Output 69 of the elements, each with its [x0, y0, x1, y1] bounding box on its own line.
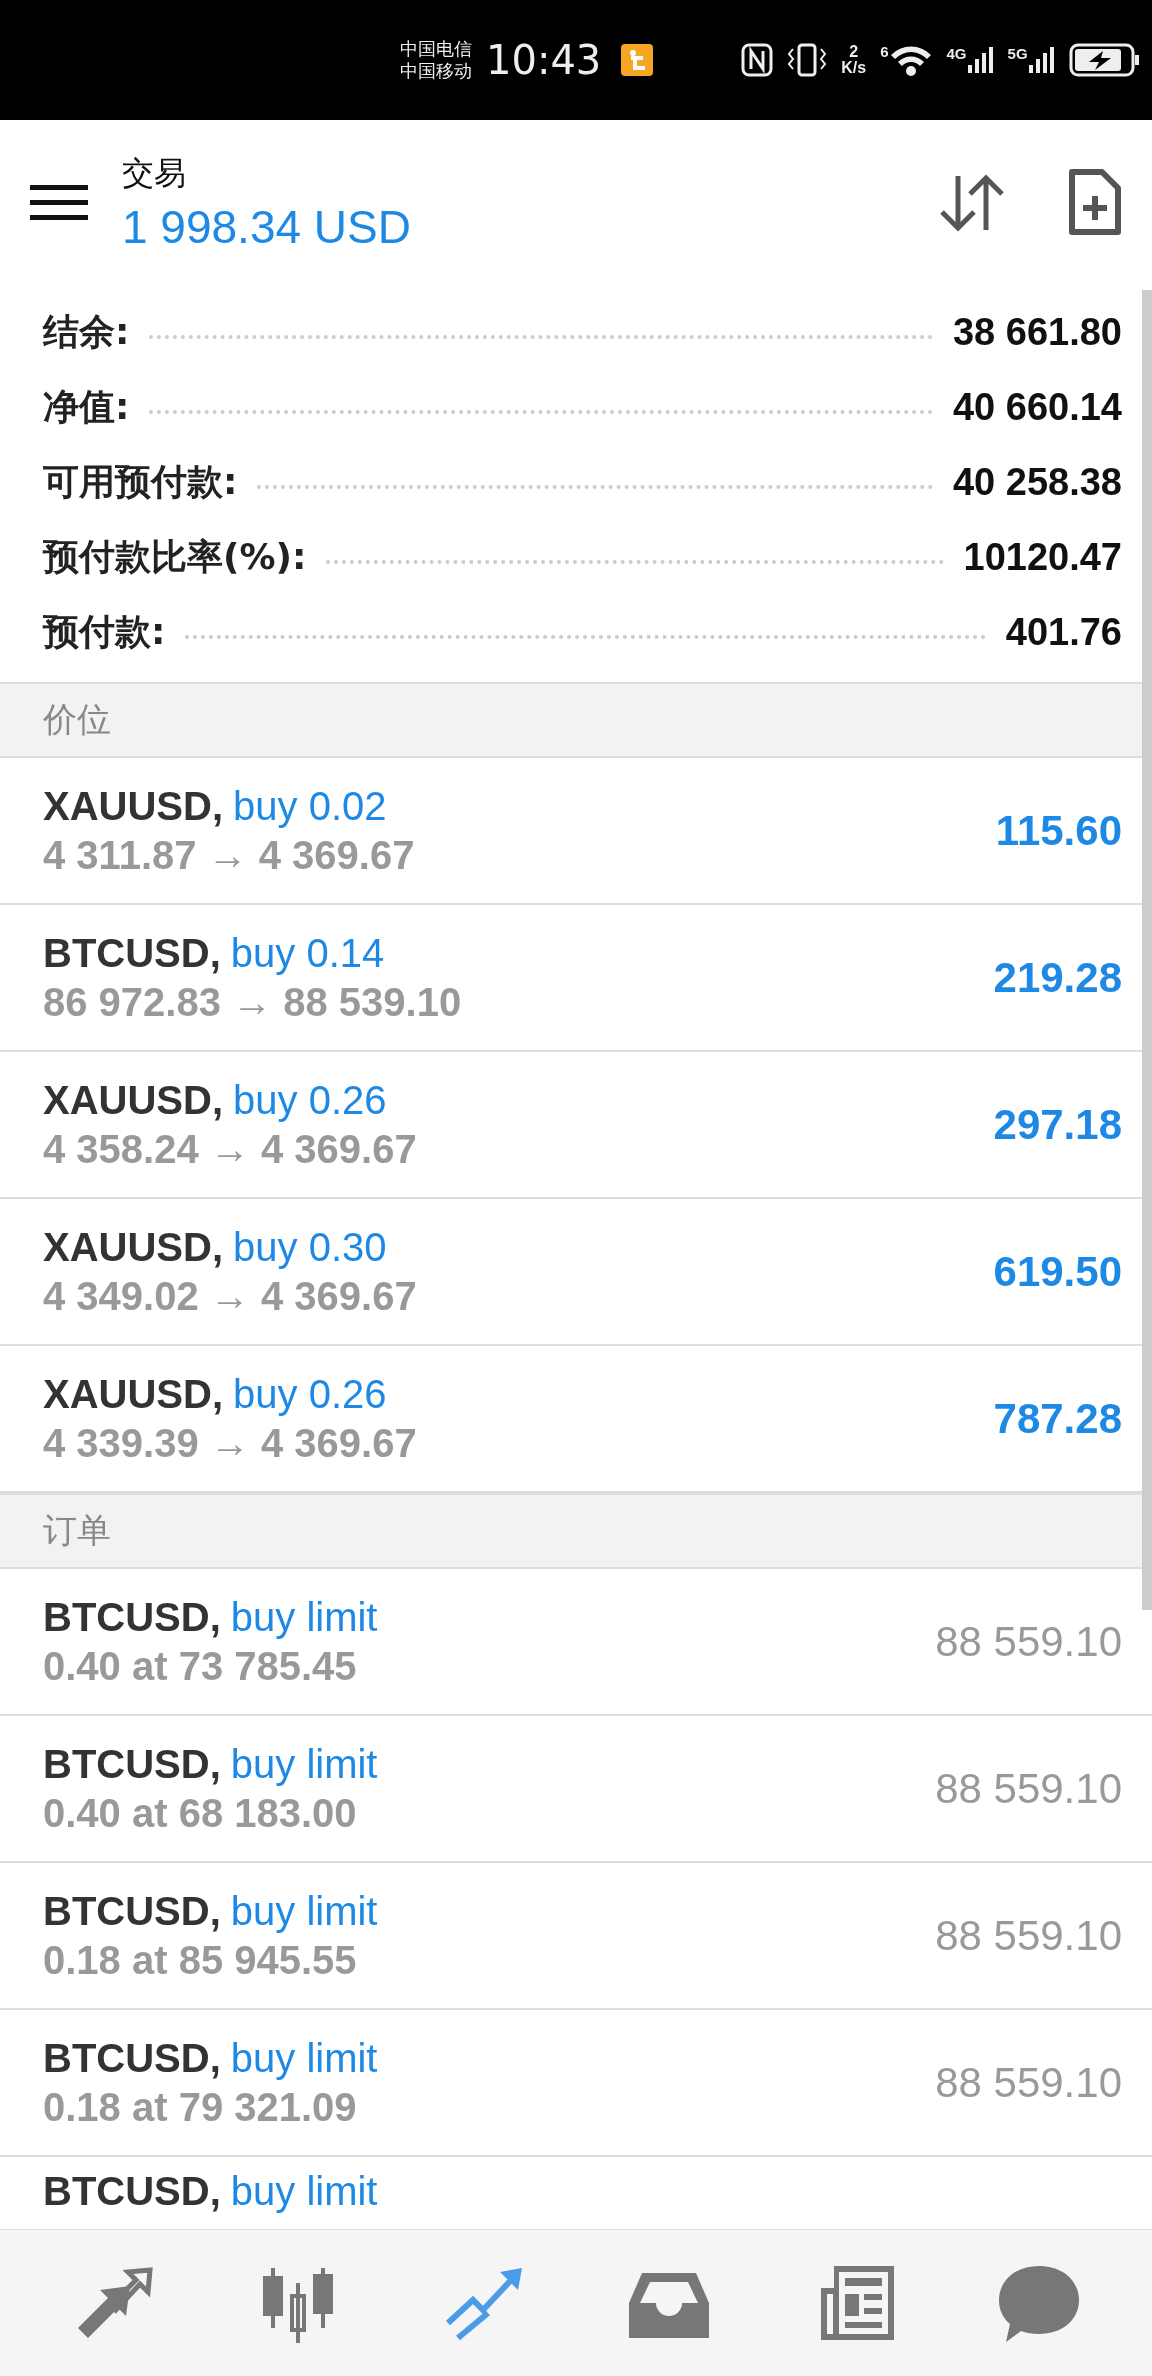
carrier-name: 中国移动 — [400, 60, 472, 83]
position-prices[interactable]: 4 311.87 → 4 369.67 — [43, 832, 996, 878]
position-prices[interactable]: 86 972.83 → 88 539.10 — [43, 979, 994, 1025]
position-prices[interactable]: 4 339.39 → 4 369.67 — [43, 1420, 994, 1466]
network-speed: 2 — [849, 44, 859, 60]
position-prices[interactable]: 4 358.24 → 4 369.67 — [43, 1126, 994, 1172]
position-prices[interactable]: 4 349.02 → 4 369.67 — [43, 1273, 994, 1319]
position-side[interactable]: buy 0.02 — [233, 783, 387, 829]
position-profit[interactable]: 619.50 — [993, 1247, 1122, 1296]
order-detail[interactable]: 0.40 at 73 785.45 — [43, 1643, 936, 1689]
position-side[interactable]: buy 0.26 — [233, 1371, 387, 1417]
summary-label: 预付款比率(%): — [43, 535, 307, 579]
position-side[interactable]: buy 0.30 — [233, 1224, 387, 1270]
network-type-label: 4G — [946, 45, 967, 62]
order-symbol[interactable]: BTCUSD, — [43, 1594, 221, 1640]
order-type[interactable]: buy limit — [230, 2169, 378, 2214]
menu-icon[interactable] — [30, 182, 88, 223]
app-notification-icon — [621, 44, 654, 76]
order-detail[interactable]: 0.18 at 85 945.55 — [43, 1937, 936, 1983]
summary-label: 可用预付款: — [43, 460, 238, 504]
position-profit[interactable]: 219.28 — [993, 953, 1122, 1002]
network-speed-unit: K/s — [841, 60, 867, 76]
signal-icon — [1028, 45, 1055, 75]
order-type[interactable]: buy limit — [230, 1888, 378, 1934]
wifi-label: 6 — [880, 43, 889, 60]
battery-icon — [1068, 43, 1141, 77]
position-profit[interactable]: 115.60 — [995, 806, 1122, 855]
position-side[interactable]: buy 0.26 — [233, 1077, 387, 1123]
vibrate-icon — [787, 43, 828, 77]
position-symbol[interactable]: XAUUSD, — [43, 1371, 224, 1417]
position-profit[interactable]: 787.28 — [993, 1394, 1122, 1443]
summary-label: 预付款: — [43, 610, 166, 654]
summary-label: 净值: — [43, 385, 130, 429]
summary-label: 结余: — [43, 310, 130, 354]
summary-value: 10120.47 — [963, 536, 1122, 579]
position-profit[interactable]: 297.18 — [993, 1100, 1122, 1149]
section-title: 价位 — [43, 698, 111, 741]
summary-value: 38 661.80 — [952, 311, 1122, 354]
position-symbol[interactable]: BTCUSD, — [43, 930, 221, 976]
screen-title: 交易 — [122, 152, 187, 194]
order-price[interactable]: 88 559.10 — [935, 1617, 1122, 1666]
order-type[interactable]: buy limit — [230, 2035, 378, 2081]
new-document-icon[interactable] — [1066, 167, 1122, 238]
order-symbol[interactable]: BTCUSD, — [43, 2035, 221, 2081]
nfc-icon — [741, 43, 774, 77]
signal-icon — [967, 45, 994, 75]
section-title: 订单 — [43, 1509, 111, 1552]
position-symbol[interactable]: XAUUSD, — [43, 783, 224, 829]
summary-value: 401.76 — [1005, 611, 1122, 654]
summary-value: 40 258.38 — [952, 461, 1122, 504]
status-time: 10:43 — [486, 37, 602, 83]
order-detail[interactable]: 0.18 at 79 321.09 — [43, 2084, 936, 2130]
order-price[interactable]: 88 559.10 — [935, 2058, 1122, 2107]
summary-value: 40 660.14 — [952, 386, 1122, 429]
carrier-name: 中国电信 — [400, 37, 472, 60]
order-detail[interactable]: 0.40 at 68 183.00 — [43, 1790, 936, 1836]
network-type-label: 5G — [1007, 45, 1028, 62]
order-type[interactable]: buy limit — [230, 1741, 378, 1787]
order-symbol[interactable]: BTCUSD, — [43, 1888, 221, 1934]
position-side[interactable]: buy 0.14 — [230, 930, 385, 976]
order-type[interactable]: buy limit — [230, 1594, 378, 1640]
scrollbar[interactable] — [1142, 290, 1152, 1610]
account-balance: 1 998.34 USD — [122, 199, 412, 254]
order-price[interactable]: 88 559.10 — [935, 1764, 1122, 1813]
position-symbol[interactable]: XAUUSD, — [43, 1224, 224, 1270]
order-price[interactable]: 88 559.10 — [935, 1911, 1122, 1960]
order-symbol[interactable]: BTCUSD, — [43, 1741, 221, 1787]
position-symbol[interactable]: XAUUSD, — [43, 1077, 224, 1123]
order-symbol[interactable]: BTCUSD, — [43, 2169, 221, 2214]
